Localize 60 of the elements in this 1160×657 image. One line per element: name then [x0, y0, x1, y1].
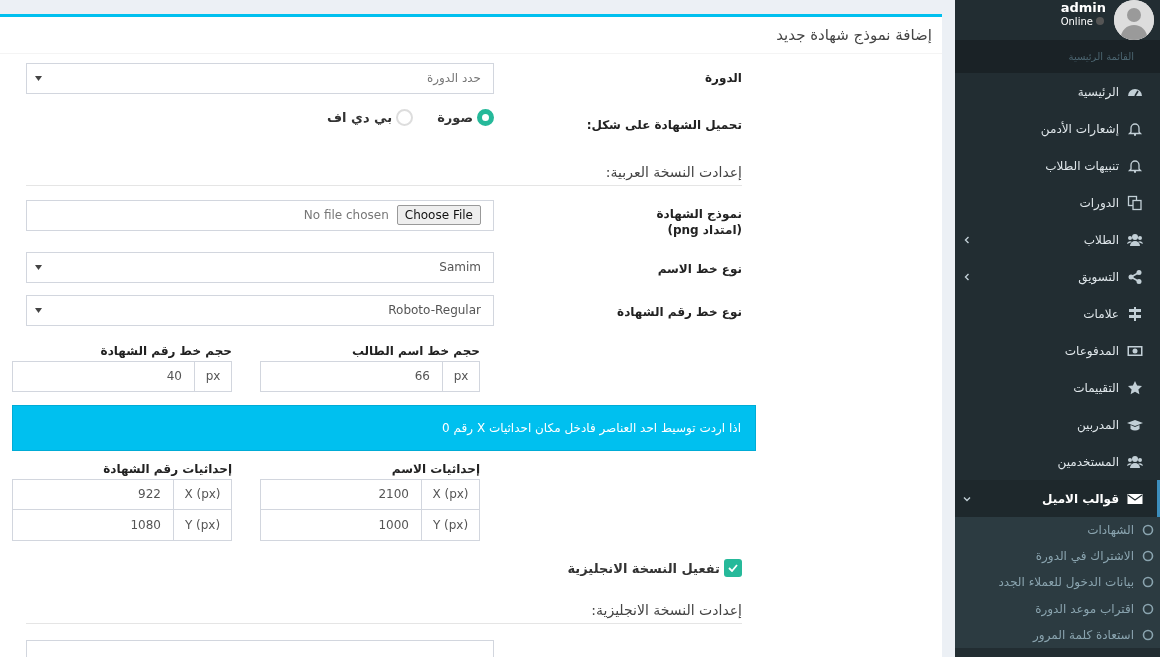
panel-title: إضافة نموذج شهادة جديد [776, 26, 932, 44]
field-label: حجم خط رقم الشهادة [99, 342, 232, 360]
number-input[interactable]: 922 X (px) [12, 478, 232, 510]
input-value: 1000 [378, 516, 409, 534]
submenu-item[interactable]: الاشتراك في الدورة [955, 543, 1160, 570]
menu-item[interactable]: علامات [955, 295, 1160, 332]
unit-label: px [452, 368, 470, 385]
field-label: نموذج الشهادة (امتداد png) [655, 205, 743, 238]
menu-header: القائمة الرئيسية [1068, 50, 1134, 64]
menu-item[interactable]: إشعارات الأدمن [955, 110, 1160, 147]
field-label: نوع خط الاسم [656, 260, 743, 278]
user-status: Online [1060, 14, 1093, 29]
submenu-item[interactable]: الشهادات [955, 517, 1160, 544]
info-alert: اذا اردت توسيط احد العناصر فادخل مكان احداثيات X رقم 0 [12, 404, 756, 451]
submenu-item[interactable]: اقتراب موعد الدورة [955, 595, 1160, 622]
menu-item[interactable]: المدفوعات [955, 332, 1160, 369]
unit-label: Y (px) [431, 516, 470, 534]
input-value: 922 [138, 486, 161, 503]
menu-item[interactable]: تنبيهات الطلاب [955, 147, 1160, 184]
user-name: admin [1060, 1, 1106, 14]
checkbox-label: تفعيل النسخة الانجليزية [567, 559, 720, 578]
unit-label: px [204, 368, 222, 385]
field-label: إحداثيات الاسم [390, 460, 480, 478]
input-value: 1080 [130, 516, 161, 534]
input-value: 66 [414, 368, 430, 385]
submenu-item[interactable]: بيانات الدخول للعملاء الجدد [955, 569, 1160, 596]
menu-item[interactable]: الرئيسية [955, 73, 1160, 110]
number-input[interactable]: 2100 X (px) [260, 478, 480, 510]
select-field[interactable]: Roboto-Regular [26, 294, 494, 326]
section-title: إعدادت النسخة العربية: [605, 162, 742, 183]
submenu-item[interactable]: استعادة كلمة المرور [955, 621, 1160, 648]
unit-label: Y (px) [183, 516, 222, 534]
section-title: إعدادت النسخة الانجليزية: [591, 601, 742, 621]
menu-item[interactable]: قوالب الاميل [955, 480, 1160, 517]
menu-item[interactable]: التسويق [955, 258, 1160, 295]
field-label: حجم خط اسم الطالب [350, 342, 480, 360]
file-status: No file chosen [303, 207, 389, 224]
radio-label: صورة [437, 108, 473, 127]
field-label: تحميل الشهادة على شكل: [585, 116, 743, 134]
select-field[interactable]: Samim [26, 251, 494, 283]
number-input[interactable]: 40 px [12, 360, 232, 392]
file-field[interactable]: No file chosen Choose File [26, 199, 494, 231]
menu-item[interactable]: الطلاب [955, 221, 1160, 258]
number-input[interactable]: 66 px [260, 360, 480, 392]
field-label: الدورة [704, 69, 743, 87]
field-label: إحداثيات رقم الشهادة [102, 460, 232, 478]
menu-item[interactable]: المدربين [955, 406, 1160, 443]
input-value: 40 [166, 368, 182, 385]
menu-item[interactable]: المستخدمين [955, 443, 1160, 480]
unit-label: X (px) [183, 486, 222, 503]
number-input[interactable]: 1080 Y (px) [12, 509, 232, 541]
field-label: نوع خط رقم الشهادة [616, 303, 743, 321]
choose-file-button[interactable]: Choose File [396, 205, 481, 225]
input-value: 2100 [378, 486, 409, 503]
unit-label: X (px) [431, 486, 470, 503]
number-input[interactable]: 1000 Y (px) [260, 509, 480, 541]
menu-item[interactable]: الدورات [955, 184, 1160, 221]
select-field[interactable]: حدد الدورة [26, 62, 494, 94]
menu-item[interactable]: التقييمات [955, 369, 1160, 406]
radio-label: بي دي اف [326, 108, 393, 127]
